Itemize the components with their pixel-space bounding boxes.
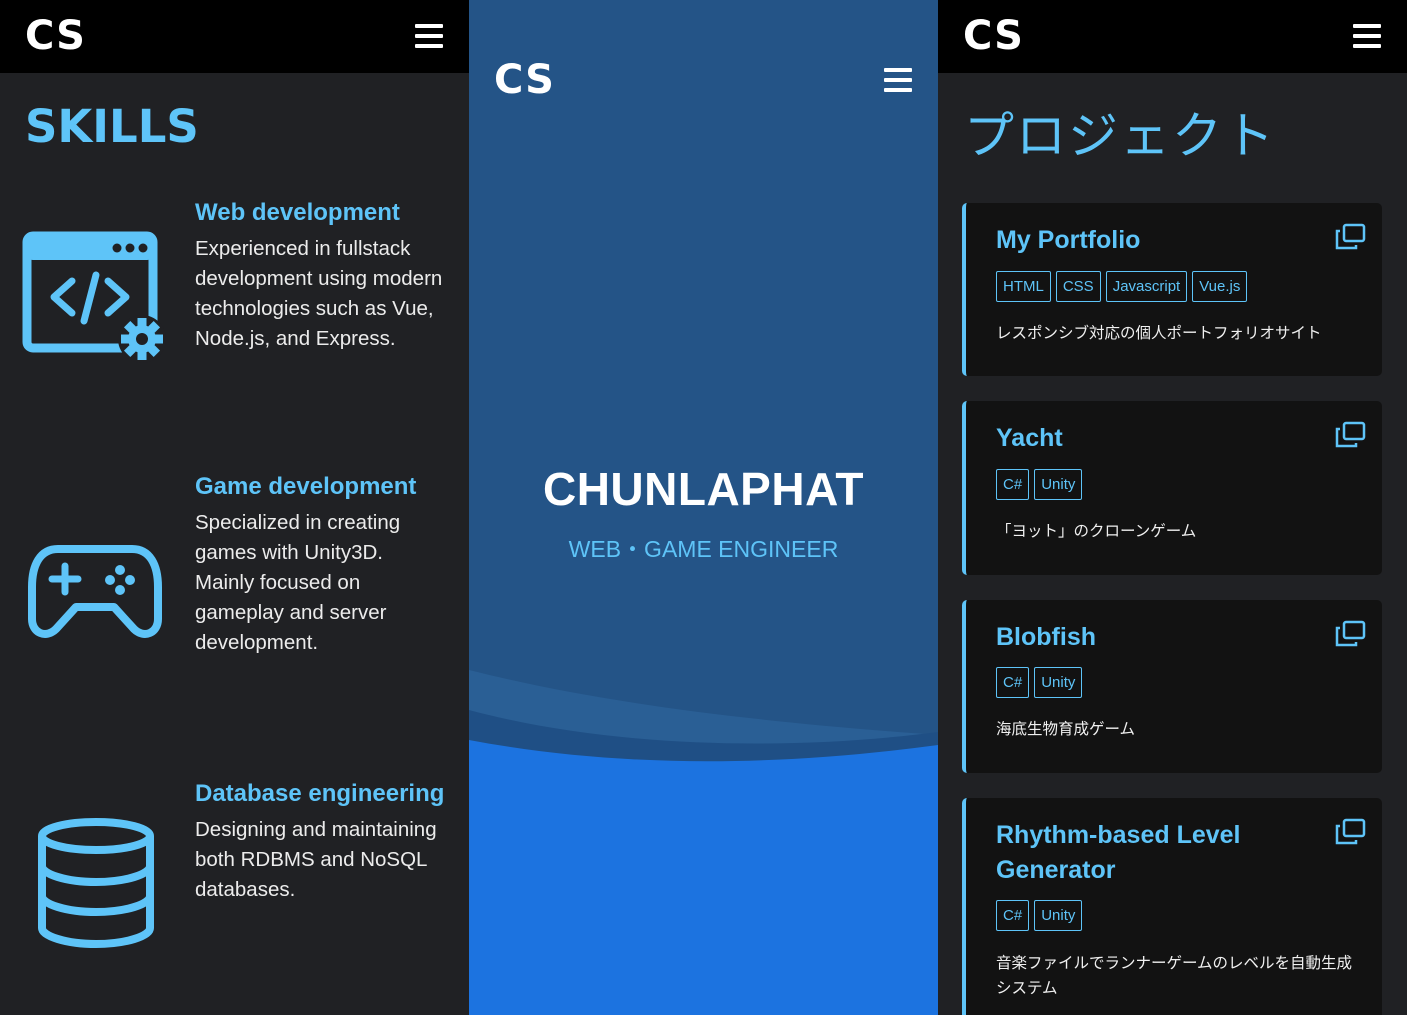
skill-description: Experienced in fullstack development usi… <box>195 237 443 350</box>
top-navbar: CS <box>0 0 469 73</box>
tag: Javascript <box>1105 271 1188 302</box>
project-description: 音楽ファイルでランナーゲームのレベルを自動生成システム <box>996 954 1353 997</box>
tag: Unity <box>1034 469 1083 500</box>
tag-list: C# Unity <box>996 469 1083 500</box>
gamepad-icon <box>28 543 162 643</box>
hero-subtitle: WEB・GAME ENGINEER <box>568 536 839 562</box>
site-logo[interactable]: CS <box>25 12 86 60</box>
hero-wave-decoration <box>469 670 938 1015</box>
tag: C# <box>996 900 1030 931</box>
projects-panel: CS プロジェクト My Portfolio HTML CSS Javascri… <box>938 0 1407 1015</box>
hero-panel: CS CHUNLAPHAT WEB・GAME ENGINEER <box>469 0 938 1015</box>
tag-list: C# Unity <box>996 667 1083 698</box>
tag: C# <box>996 469 1030 500</box>
skill-title: Web development <box>195 199 400 226</box>
project-title[interactable]: Rhythm-based Level Generator <box>996 818 1326 888</box>
project-card[interactable]: My Portfolio HTML CSS Javascript Vue.js … <box>962 203 1382 376</box>
tag: C# <box>996 667 1030 698</box>
section-title: SKILLS <box>25 100 199 153</box>
top-navbar: CS <box>938 0 1407 73</box>
skill-title: Game development <box>195 473 417 500</box>
hamburger-menu-icon[interactable] <box>884 68 912 92</box>
project-title[interactable]: My Portfolio <box>996 223 1326 258</box>
skills-panel: CS SKILLS Web development Experienced in… <box>0 0 469 1015</box>
project-description: 海底生物育成ゲーム <box>996 720 1136 738</box>
tag-list: C# Unity <box>996 900 1083 931</box>
project-title[interactable]: Yacht <box>996 421 1326 456</box>
open-external-icon[interactable] <box>1334 223 1366 251</box>
skill-text: Web development Experienced in fullstack… <box>195 195 445 354</box>
project-description: レスポンシブ対応の個人ポートフォリオサイト <box>996 324 1322 342</box>
project-card[interactable]: Yacht C# Unity 「ヨット」のクローンゲーム <box>962 401 1382 575</box>
web-development-icon <box>22 231 168 369</box>
hamburger-menu-icon[interactable] <box>415 24 443 48</box>
open-external-icon[interactable] <box>1334 620 1366 648</box>
skill-title: Database engineering <box>195 780 445 807</box>
open-external-icon[interactable] <box>1334 818 1366 846</box>
tag: HTML <box>996 271 1051 302</box>
tag-list: HTML CSS Javascript Vue.js <box>996 271 1248 302</box>
tag: Unity <box>1034 667 1083 698</box>
project-description: 「ヨット」のクローンゲーム <box>996 522 1197 540</box>
skill-text: Database engineering Designing and maint… <box>195 776 445 905</box>
project-card[interactable]: Blobfish C# Unity 海底生物育成ゲーム <box>962 600 1382 773</box>
open-external-icon[interactable] <box>1334 421 1366 449</box>
tag: CSS <box>1055 271 1101 302</box>
skill-text: Game development Specialized in creating… <box>195 469 445 658</box>
project-card[interactable]: Rhythm-based Level Generator C# Unity 音楽… <box>962 798 1382 1015</box>
tag: Unity <box>1034 900 1083 931</box>
tag: Vue.js <box>1192 271 1248 302</box>
site-logo[interactable]: CS <box>963 12 1024 60</box>
section-title: プロジェクト <box>964 107 1276 165</box>
skill-description: Designing and maintaining both RDBMS and… <box>195 818 437 901</box>
hero-name: CHUNLAPHAT <box>542 463 864 515</box>
site-logo[interactable]: CS <box>494 56 555 104</box>
skill-description: Specialized in creating games with Unity… <box>195 511 401 654</box>
project-title[interactable]: Blobfish <box>996 620 1326 655</box>
database-icon <box>34 816 158 954</box>
hamburger-menu-icon[interactable] <box>1353 24 1381 48</box>
